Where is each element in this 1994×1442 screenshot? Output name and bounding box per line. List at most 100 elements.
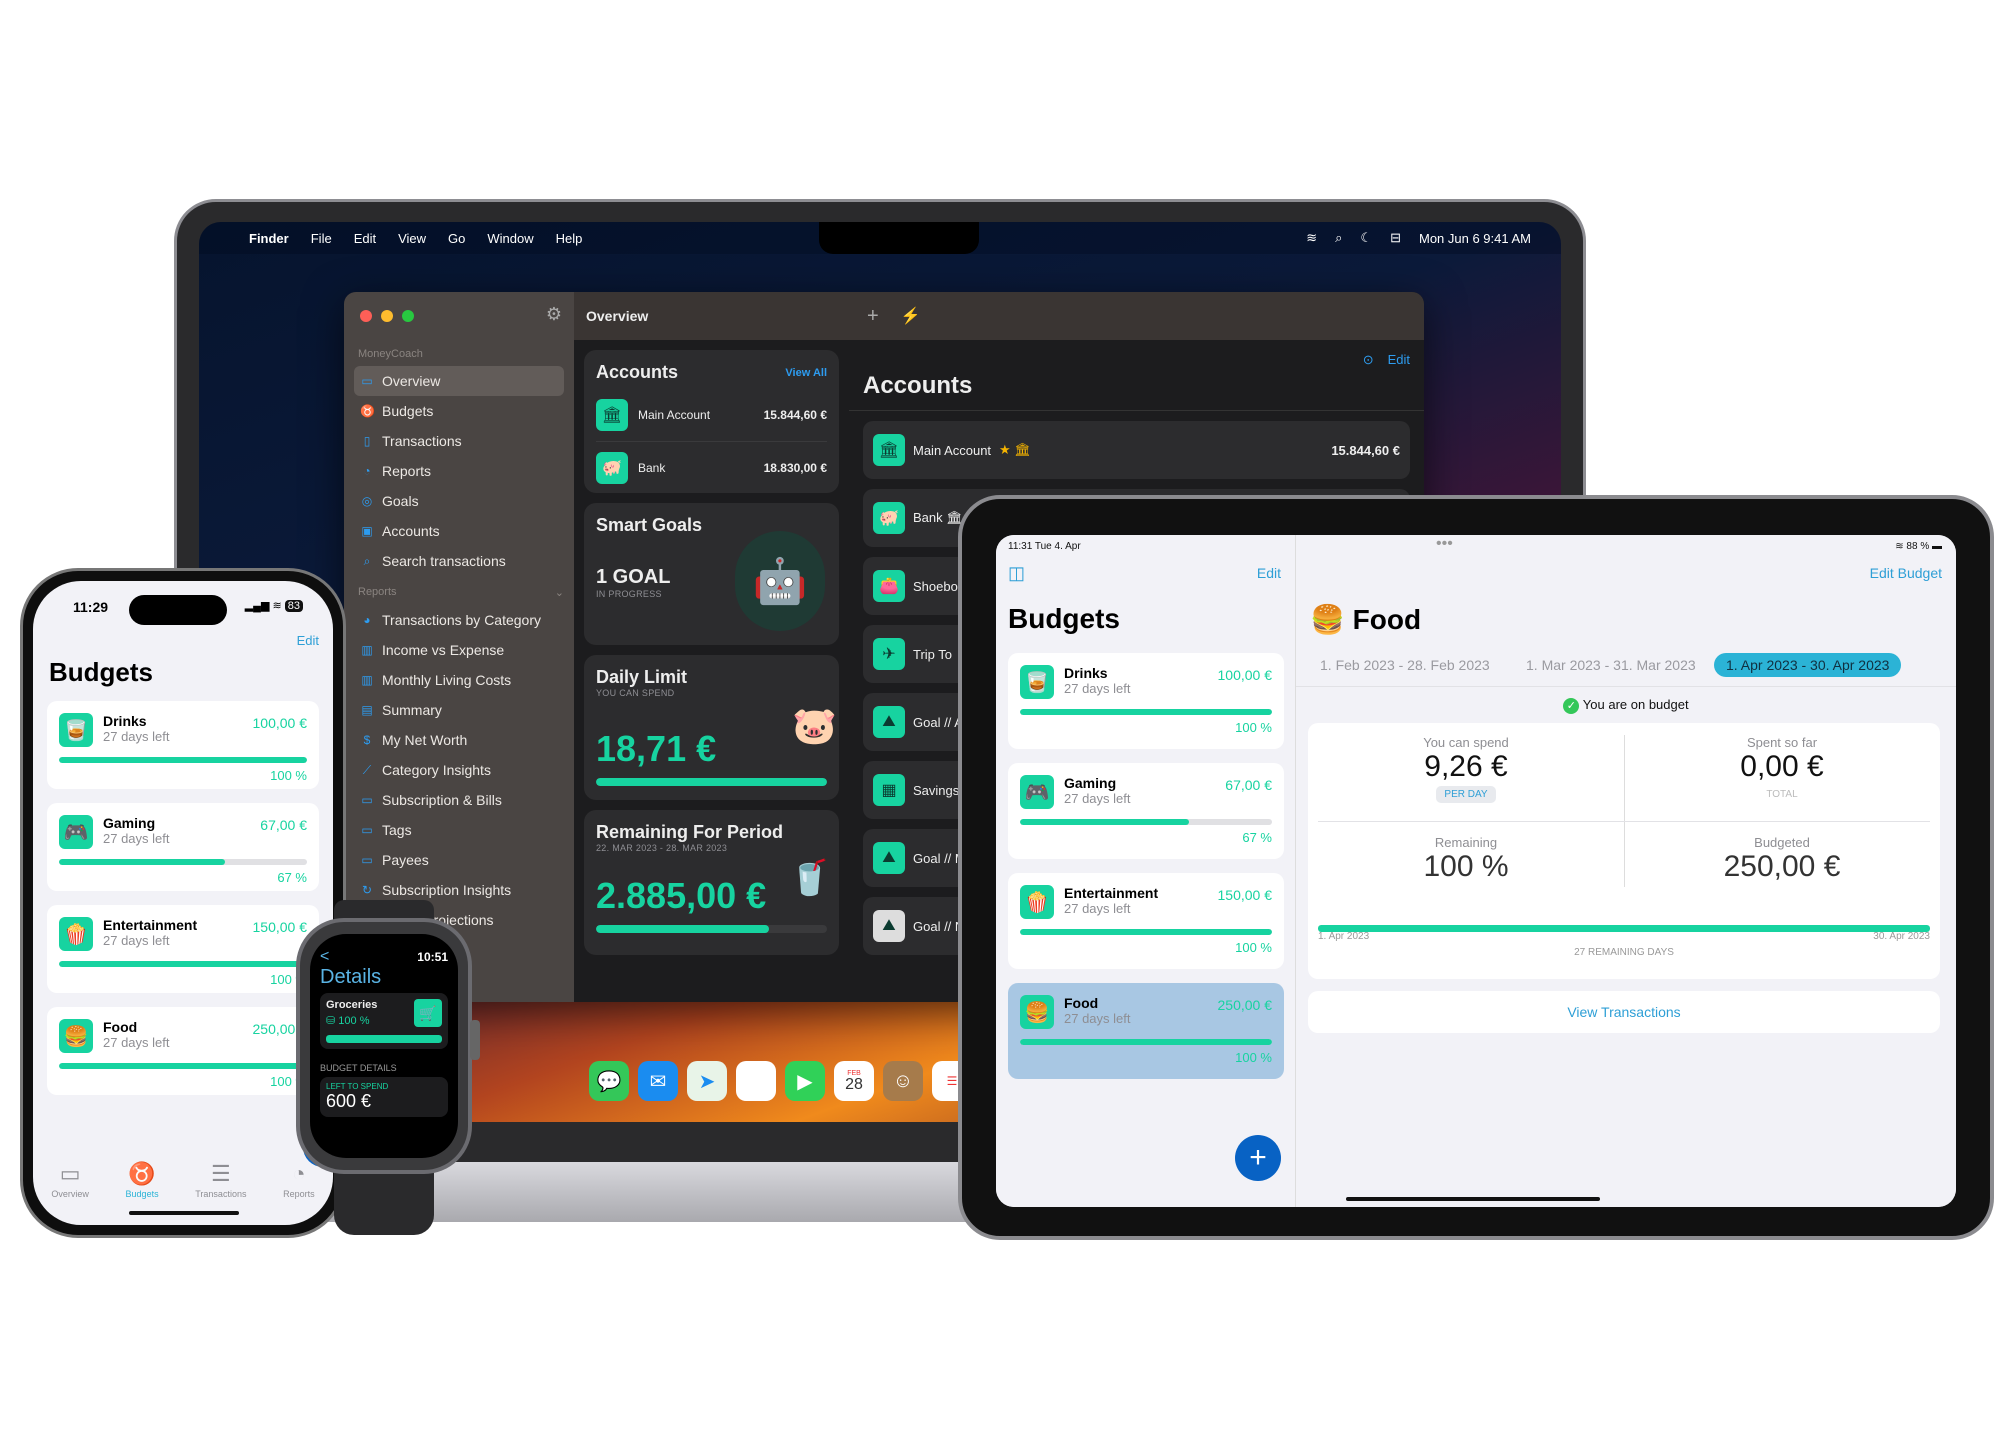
sidebar-item-tags[interactable]: ▭ Tags [354, 815, 564, 845]
sidebar-item-overview[interactable]: ▭ Overview [354, 366, 564, 396]
sidebar-item-search-transactions[interactable]: ⌕ Search transactions [354, 546, 564, 576]
wifi-icon[interactable]: ≋ [1306, 230, 1317, 246]
add-icon[interactable]: + [867, 305, 879, 328]
battery-icon: ▬ [1932, 541, 1942, 552]
multitasking-dots-icon[interactable]: ••• [1436, 535, 1453, 553]
bill-icon: ▭ [361, 793, 373, 807]
search-icon[interactable]: ⌕ [1335, 230, 1342, 246]
contacts-app-icon[interactable]: ☺ [883, 1061, 923, 1101]
favorite-star-icon: ★ 🏛 [999, 442, 1031, 457]
digital-crown[interactable] [470, 1020, 480, 1060]
accounts-card[interactable]: Accounts View All 🏛 Main Account 15.844,… [584, 350, 839, 493]
tab-reports[interactable]: ◔ Reports [283, 1161, 315, 1199]
sidebar-item-payees[interactable]: ▭ Payees [354, 845, 564, 875]
overview-icon: ▭ [59, 1161, 81, 1186]
menu-window[interactable]: Window [487, 231, 533, 246]
budget-card[interactable]: 🥃 Drinks 27 days left 100,00 € 100 % [1008, 653, 1284, 749]
budget-emoji-icon: 🍿 [1020, 885, 1054, 919]
menu-file[interactable]: File [311, 231, 332, 246]
budgets-list-pane: 11:31 Tue 4. Apr ◫ Edit Budgets 🥃 Drinks 2… [996, 535, 1296, 1207]
account-name: Shoebox [913, 578, 965, 594]
sidebar-item-income-vs-expense[interactable]: ▥ Income vs Expense [354, 635, 564, 665]
smart-goals-card[interactable]: Smart Goals 1 GOAL IN PROGRESS 🤖 [584, 503, 839, 645]
calendar-app-icon[interactable]: FEB 28 [834, 1061, 874, 1101]
sidebar-item-label: Summary [382, 702, 442, 718]
overview-icon: ▭ [361, 374, 373, 388]
tab-budgets[interactable]: ♉ Budgets [126, 1161, 159, 1199]
budget-card[interactable]: 🍔 Food 27 days left 250,00 €100 % [47, 1007, 319, 1095]
period-tab-selected[interactable]: 1. Apr 2023 - 30. Apr 2023 [1714, 653, 1902, 677]
sidebar-toggle-icon[interactable]: ◫ [1008, 563, 1025, 584]
sidebar-item-label: Transactions [382, 433, 462, 449]
control-center-icon[interactable]: ⊟ [1390, 230, 1401, 246]
daily-limit-card[interactable]: Daily Limit YOU CAN SPEND 🐷 18,71 € [584, 655, 839, 800]
menubar-clock[interactable]: Mon Jun 6 9:41 AM [1419, 231, 1531, 246]
edit-button[interactable]: Edit [1388, 352, 1410, 368]
lightning-icon[interactable]: ⚡ [901, 306, 921, 326]
sidebar-item-label: Reports [382, 463, 432, 479]
sidebar-item-monthly-living-costs[interactable]: ▥ Monthly Living Costs [354, 665, 564, 695]
more-options-icon[interactable]: ⊙ [1363, 352, 1374, 368]
edit-button[interactable]: Edit [297, 633, 319, 648]
sidebar-item-label: Subscription & Bills [382, 792, 502, 808]
sidebar-item-summary[interactable]: ▤ Summary [354, 695, 564, 725]
budget-card[interactable]: 🥃 Drinks 27 days left 100,00 € 100 % [47, 701, 319, 789]
back-chevron-icon[interactable]: < [320, 948, 329, 966]
apple-watch-device: < 10:51 Details Groceries ⛁ 100 % 🛒 BUDG… [296, 918, 472, 1174]
close-button[interactable] [360, 310, 372, 322]
accounts-detail-title: Accounts [849, 368, 1424, 411]
mail-app-icon[interactable]: ✉ [638, 1061, 678, 1101]
sidebar-item-label: Overview [382, 373, 441, 389]
sidebar-item-accounts[interactable]: ▣ Accounts [354, 516, 564, 546]
account-row[interactable]: 🏛 Main Account ★ 🏛 15.844,60 € [863, 421, 1410, 479]
facetime-app-icon[interactable]: ▶ [785, 1061, 825, 1101]
settings-gear-icon[interactable]: ⚙ [546, 304, 562, 325]
chevron-down-icon[interactable]: ⌄ [555, 586, 564, 599]
edit-button[interactable]: Edit [1257, 565, 1281, 581]
budget-percent: 100 % [270, 1074, 307, 1089]
ipad-screen: 11:31 Tue 4. Apr ◫ Edit Budgets 🥃 Drinks 2… [996, 535, 1956, 1207]
edit-budget-button[interactable]: Edit Budget [1870, 565, 1942, 581]
view-all-link[interactable]: View All [785, 367, 827, 379]
budget-card[interactable]: 🎮 Gaming 27 days left 67,00 € 67 % [47, 803, 319, 891]
sidebar-item-label: Monthly Living Costs [382, 672, 512, 688]
menu-edit[interactable]: Edit [354, 231, 376, 246]
sidebar-item-reports[interactable]: ◔ Reports [354, 456, 564, 486]
tab-overview[interactable]: ▭ Overview [51, 1161, 89, 1199]
view-transactions-button[interactable]: View Transactions [1308, 991, 1940, 1033]
sidebar-item-category-insights[interactable]: ⟋ Category Insights [354, 755, 564, 785]
zoom-button[interactable] [402, 310, 414, 322]
sidebar-item-budgets[interactable]: ♉ Budgets [354, 396, 564, 426]
menu-go[interactable]: Go [448, 231, 465, 246]
sidebar-section-reports[interactable]: Reports ⌄ [358, 586, 564, 599]
wifi-icon: ≋ [1895, 541, 1907, 552]
account-row[interactable]: 🐖 Bank 18.830,00 € [596, 441, 827, 493]
minimize-button[interactable] [381, 310, 393, 322]
budget-card[interactable]: 🎮 Gaming 27 days left 67,00 € 67 % [1008, 763, 1284, 859]
budget-card[interactable]: 🍔 Food 27 days left 250,00 €100 % [1008, 983, 1284, 1079]
account-row[interactable]: 🏛 Main Account 15.844,60 € [596, 389, 827, 441]
remaining-period-card[interactable]: Remaining For Period 22. MAR 2023 - 28. … [584, 810, 839, 955]
sidebar-item-transactions[interactable]: ▯ Transactions [354, 426, 564, 456]
sidebar-item-my-net-worth[interactable]: $ My Net Worth [354, 725, 564, 755]
budget-card[interactable]: 🍿 Entertainment 27 days left 150,00 € 100 % [1008, 873, 1284, 969]
budget-emoji-icon: 🍔 [59, 1019, 93, 1053]
maps-app-icon[interactable]: ➤ [687, 1061, 727, 1101]
budget-card[interactable]: 🍿 Entertainment 27 days left 150,00 € 100 % [47, 905, 319, 993]
menu-view[interactable]: View [398, 231, 426, 246]
messages-app-icon[interactable]: 💬 [589, 1061, 629, 1101]
tab-transactions[interactable]: ☰ Transactions [195, 1161, 246, 1199]
sidebar-item-transactions-by-category[interactable]: ◕ Transactions by Category [354, 605, 564, 635]
add-budget-button[interactable]: + [1235, 1135, 1281, 1181]
menu-help[interactable]: Help [556, 231, 583, 246]
menu-app-name[interactable]: Finder [249, 231, 289, 246]
budget-name: Drinks [103, 713, 147, 729]
period-tab[interactable]: 1. Feb 2023 - 28. Feb 2023 [1308, 653, 1502, 677]
groceries-card[interactable]: Groceries ⛁ 100 % 🛒 [320, 993, 448, 1049]
sidebar-item-goals[interactable]: ◎ Goals [354, 486, 564, 516]
dynamic-island [129, 595, 227, 625]
focus-moon-icon[interactable]: ☾ [1360, 230, 1372, 246]
photos-app-icon[interactable]: ✿ [736, 1061, 776, 1101]
period-tab[interactable]: 1. Mar 2023 - 31. Mar 2023 [1514, 653, 1708, 677]
sidebar-item-subscription-bills[interactable]: ▭ Subscription & Bills [354, 785, 564, 815]
